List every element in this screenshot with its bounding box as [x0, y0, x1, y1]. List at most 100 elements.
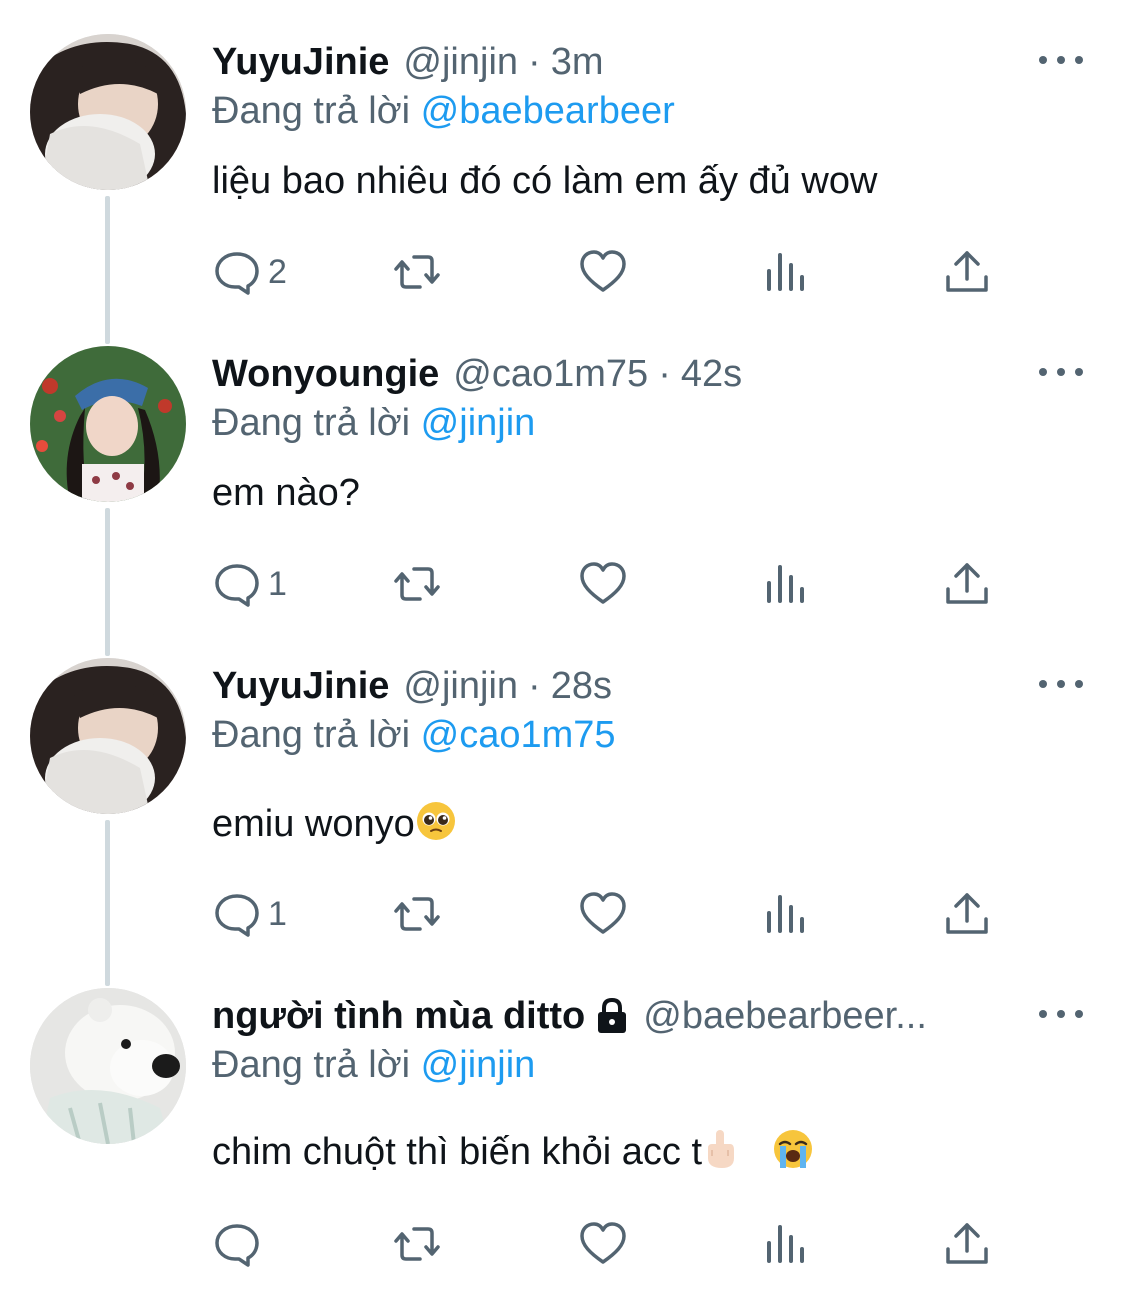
- mention-link[interactable]: @jinjin: [421, 1044, 536, 1086]
- heart-icon: [580, 250, 626, 292]
- lock-icon: [598, 997, 627, 1033]
- views-button[interactable]: [760, 1216, 810, 1272]
- tweet[interactable]: người tình mùa ditto @baebearbeer... Đan…: [0, 954, 1125, 1267]
- analytics-bars-icon: [767, 1225, 804, 1263]
- timestamp[interactable]: 28s: [551, 665, 612, 708]
- reply-thread: YuyuJinie @jinjin · 3m Đang trả lời @bae…: [0, 0, 1125, 1292]
- middle-finger-emoji: [708, 1130, 735, 1168]
- tweet-text: chim chuột thì biến khỏi acc t: [212, 1128, 814, 1174]
- analytics-bars-icon: [767, 565, 804, 603]
- timestamp[interactable]: 42s: [681, 353, 742, 396]
- retweet-icon: [394, 1227, 440, 1261]
- replying-to: Đang trả lời @baebearbeer: [212, 90, 675, 133]
- views-button[interactable]: [760, 244, 810, 300]
- loudly-crying-face-emoji: [774, 1130, 813, 1168]
- reply-button[interactable]: [212, 1216, 262, 1272]
- heart-icon: [580, 892, 626, 934]
- separator-dot: ·: [528, 664, 541, 707]
- like-button[interactable]: [578, 556, 628, 612]
- comment-bubble-icon: [215, 894, 259, 937]
- more-dots-icon[interactable]: [1039, 50, 1083, 70]
- retweet-icon: [394, 255, 440, 289]
- share-button[interactable]: [942, 1216, 992, 1272]
- tweet-text: liệu bao nhiêu đó có làm em ấy đủ wow: [212, 160, 878, 202]
- retweet-button[interactable]: [392, 1216, 442, 1272]
- avatar[interactable]: [30, 34, 186, 190]
- display-name[interactable]: YuyuJinie: [212, 41, 389, 84]
- tweet[interactable]: Wonyoungie @cao1m75 · 42s Đang trả lời @…: [0, 312, 1125, 624]
- reply-button[interactable]: 1: [212, 886, 287, 942]
- separator-dot: ·: [658, 352, 671, 395]
- mention-link[interactable]: @cao1m75: [421, 714, 616, 756]
- pleading-face-emoji: [416, 802, 455, 840]
- avatar-image: [30, 346, 186, 502]
- analytics-bars-icon: [767, 253, 804, 291]
- reply-button[interactable]: 1: [212, 556, 287, 612]
- tweet[interactable]: YuyuJinie @jinjin · 28s Đang trả lời @ca…: [0, 624, 1125, 937]
- avatar[interactable]: [30, 988, 186, 1144]
- tweet-actions: 2: [212, 244, 1012, 300]
- retweet-button[interactable]: [392, 244, 442, 300]
- user-handle[interactable]: @baebearbeer...: [643, 995, 927, 1038]
- tweet[interactable]: YuyuJinie @jinjin · 3m Đang trả lời @bae…: [0, 0, 1125, 312]
- avatar[interactable]: [30, 658, 186, 814]
- timestamp[interactable]: 3m: [551, 41, 604, 84]
- reply-button[interactable]: 2: [212, 244, 287, 300]
- more-dots-icon[interactable]: [1039, 674, 1083, 694]
- reply-count: 1: [268, 564, 287, 603]
- views-button[interactable]: [760, 556, 810, 612]
- avatar-image: [30, 34, 186, 190]
- like-button[interactable]: [578, 244, 628, 300]
- user-handle[interactable]: @jinjin: [403, 41, 518, 84]
- comment-bubble-icon: [215, 564, 259, 607]
- views-button[interactable]: [760, 886, 810, 942]
- avatar-image: [30, 988, 186, 1144]
- tweet-actions: 1: [212, 886, 1012, 942]
- avatar[interactable]: [30, 346, 186, 502]
- more-dots-icon[interactable]: [1039, 1004, 1083, 1024]
- separator-dot: ·: [528, 40, 541, 83]
- share-upload-icon: [946, 1223, 988, 1264]
- analytics-bars-icon: [767, 895, 804, 933]
- tweet-header: người tình mùa ditto @baebearbeer...: [212, 990, 927, 1042]
- tweet-actions: 1: [212, 556, 1012, 612]
- heart-icon: [580, 562, 626, 604]
- reply-count: 1: [268, 894, 287, 933]
- more-dots-icon[interactable]: [1039, 362, 1083, 382]
- comment-bubble-icon: [215, 252, 259, 295]
- like-button[interactable]: [578, 886, 628, 942]
- retweet-button[interactable]: [392, 556, 442, 612]
- reply-count: 2: [268, 252, 287, 291]
- share-button[interactable]: [942, 244, 992, 300]
- like-button[interactable]: [578, 1216, 628, 1272]
- heart-icon: [580, 1222, 626, 1264]
- avatar-image: [30, 658, 186, 814]
- tweet-header: Wonyoungie @cao1m75 · 42s: [212, 348, 742, 400]
- tweet-header: YuyuJinie @jinjin · 3m: [212, 36, 603, 88]
- share-upload-icon: [946, 251, 988, 292]
- retweet-button[interactable]: [392, 886, 442, 942]
- display-name[interactable]: YuyuJinie: [212, 665, 389, 708]
- share-upload-icon: [946, 893, 988, 934]
- comment-bubble-icon: [215, 1224, 259, 1267]
- share-upload-icon: [946, 563, 988, 604]
- share-button[interactable]: [942, 886, 992, 942]
- replying-to: Đang trả lời @jinjin: [212, 1044, 535, 1087]
- user-handle[interactable]: @jinjin: [403, 665, 518, 708]
- replying-to-label: Đang trả lời: [212, 402, 421, 444]
- tweet-actions: [212, 1216, 1012, 1272]
- tweet-text: emiu wonyo: [212, 800, 457, 846]
- tweet-text: em nào?: [212, 472, 360, 514]
- tweet-text-content: emiu wonyo: [212, 803, 415, 845]
- replying-to-label: Đang trả lời: [212, 714, 421, 756]
- retweet-icon: [394, 897, 440, 931]
- display-name[interactable]: người tình mùa ditto: [212, 995, 585, 1038]
- retweet-icon: [394, 567, 440, 601]
- share-button[interactable]: [942, 556, 992, 612]
- display-name[interactable]: Wonyoungie: [212, 353, 439, 396]
- replying-to-label: Đang trả lời: [212, 90, 421, 132]
- mention-link[interactable]: @baebearbeer: [421, 90, 675, 132]
- user-handle[interactable]: @cao1m75: [453, 353, 648, 396]
- mention-link[interactable]: @jinjin: [421, 402, 536, 444]
- replying-to: Đang trả lời @cao1m75: [212, 714, 616, 757]
